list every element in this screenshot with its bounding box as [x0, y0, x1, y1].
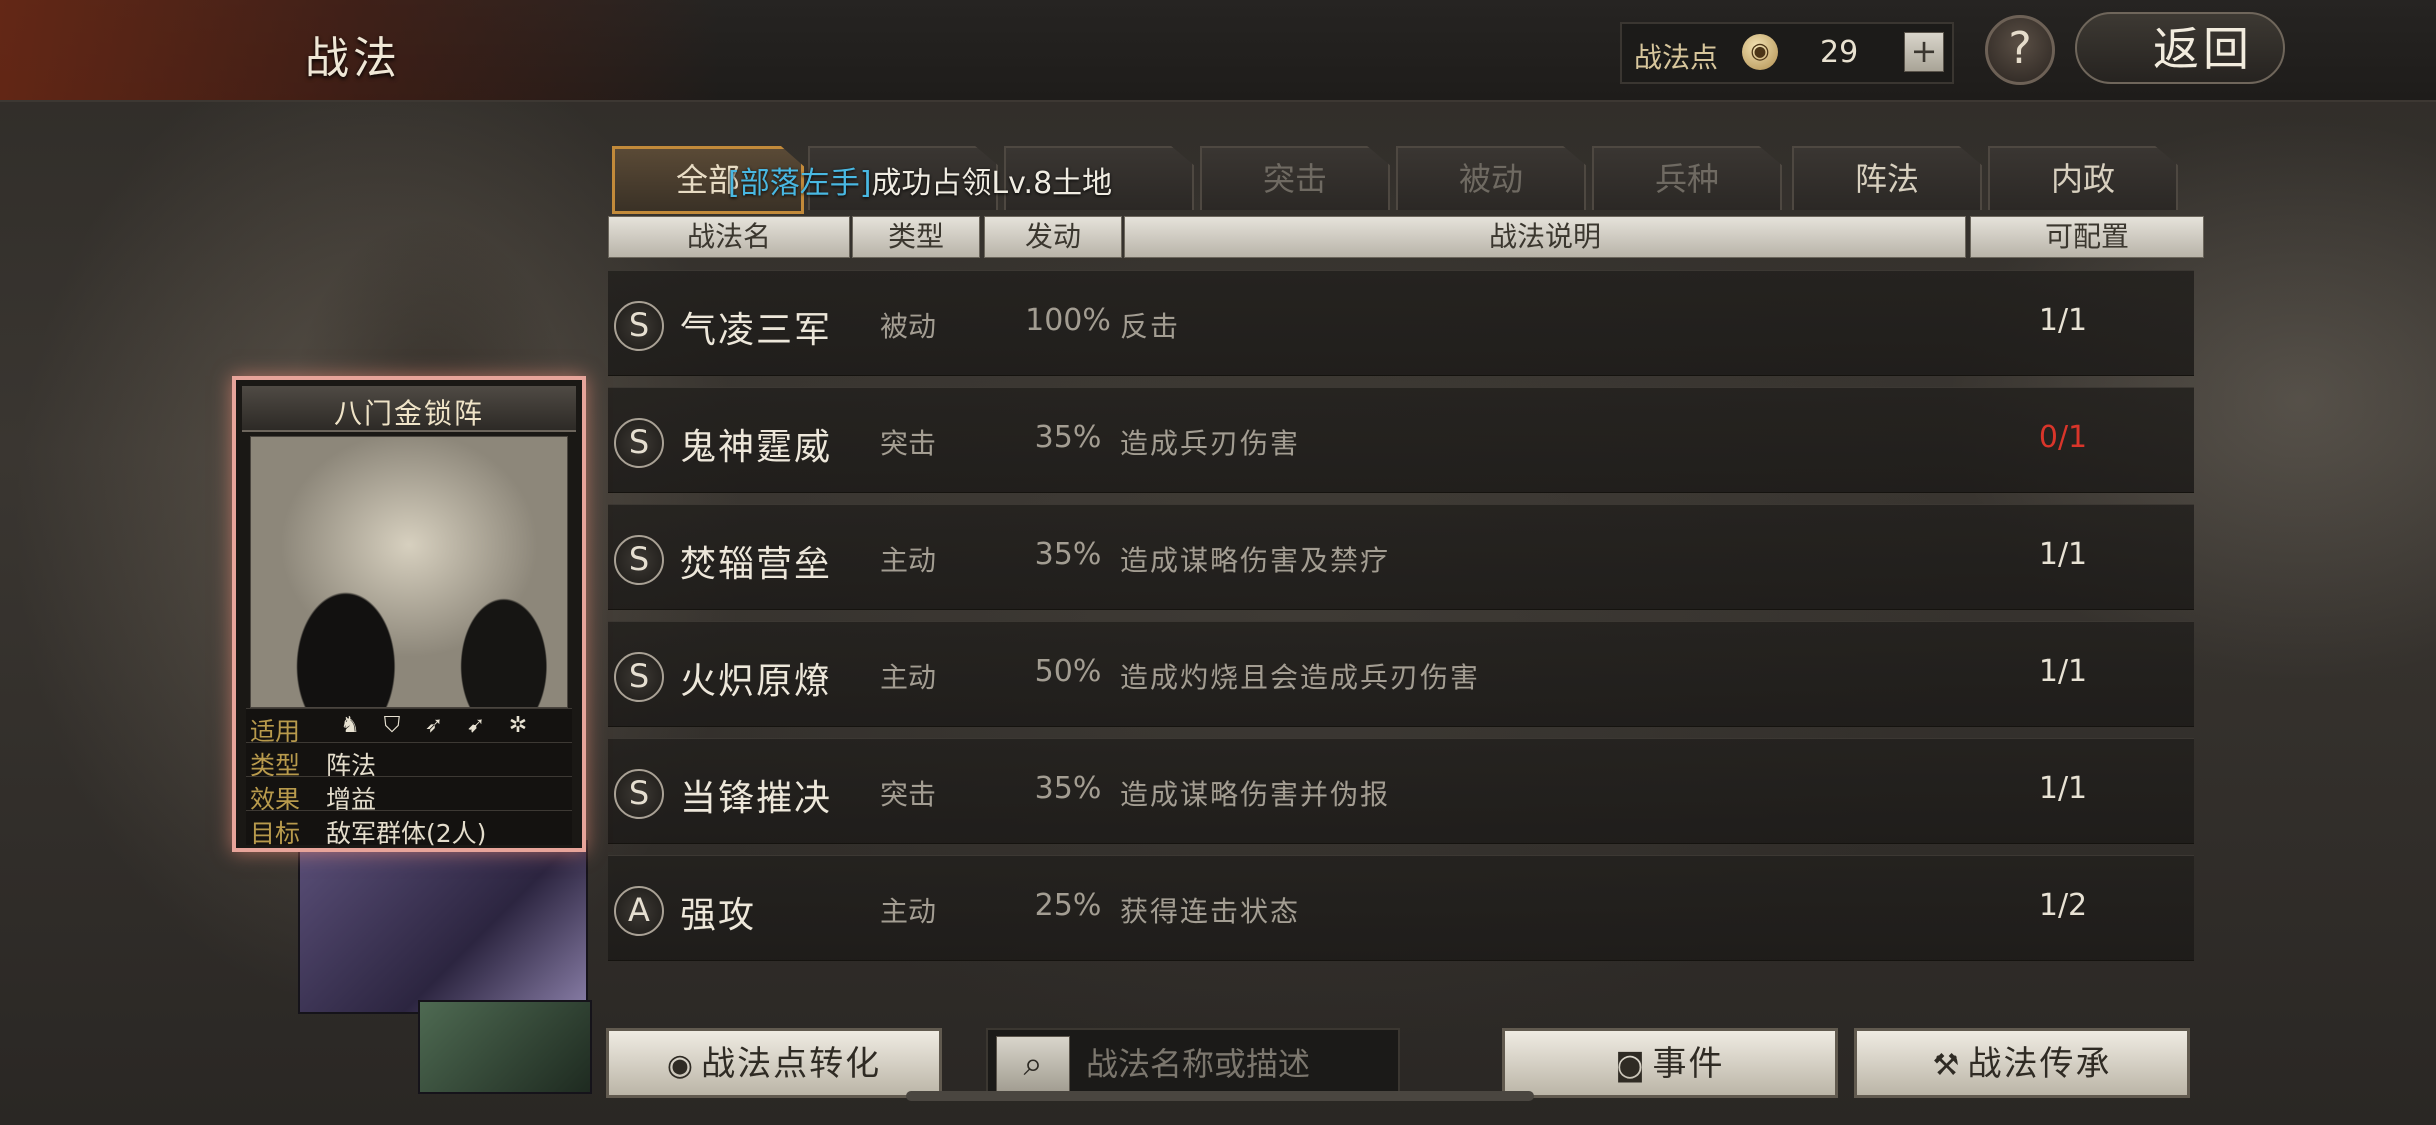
cavalry-icon: ♞ — [340, 713, 360, 738]
card-target-value: 敌军群体(2人) — [326, 819, 487, 848]
skill-name: 强攻 — [680, 895, 757, 936]
column-header-slots[interactable]: 可配置 — [1970, 216, 2204, 258]
card-effect-row: 效果 增益 — [246, 776, 572, 814]
skill-desc: 获得连击状态 — [1120, 895, 1301, 928]
inherit-button[interactable]: ⚒ 战法传承 — [1854, 1028, 2190, 1098]
card-apply-row: 适用 ♞ ⛉ ➶ ➹ ✲ — [246, 708, 572, 746]
skill-name: 火炽原燎 — [680, 661, 833, 702]
inherit-label: 战法传承 — [1967, 1044, 2112, 1084]
skill-name: 鬼神霆威 — [680, 427, 833, 468]
skill-rate: 35% — [1034, 537, 1102, 572]
event-label: 事件 — [1652, 1044, 1725, 1084]
skill-row[interactable]: A 强攻 主动 25% 获得连击状态 1/2 — [608, 855, 2194, 961]
back-button[interactable]: 返回 — [2075, 12, 2285, 84]
grade-badge: S — [614, 301, 664, 351]
skill-row[interactable]: S 当锋摧决 突击 35% 造成谋略伤害并伪报 1/1 — [608, 738, 2194, 844]
skill-type: 主动 — [880, 544, 937, 577]
tab-assault[interactable]: 突击 — [1200, 146, 1390, 210]
skill-rate: 25% — [1034, 888, 1102, 923]
skill-card[interactable]: 八门金锁阵 适用 ♞ ⛉ ➶ ➹ ✲ 类型 阵法 效果 增益 目标 敌军群体(2… — [232, 376, 586, 852]
flame-icon: ◉ — [666, 1048, 696, 1083]
search-box[interactable]: ⌕ — [986, 1028, 1400, 1098]
hammer-icon: ⚒ — [1932, 1048, 1962, 1083]
skill-row[interactable]: S 焚辎营垒 主动 35% 造成谋略伤害及禁疗 1/1 — [608, 504, 2194, 610]
page-title: 战法 — [305, 33, 401, 84]
card-illustration — [250, 436, 568, 708]
grade-badge: S — [614, 418, 664, 468]
skill-slots: 0/1 — [2038, 420, 2088, 455]
skill-type: 主动 — [880, 661, 937, 694]
skill-slots: 1/1 — [2038, 771, 2088, 806]
skill-rate: 35% — [1034, 420, 1102, 455]
skill-name: 焚辎营垒 — [680, 544, 833, 585]
column-header-type[interactable]: 类型 — [852, 216, 980, 258]
skill-type: 突击 — [880, 778, 937, 811]
skill-type: 突击 — [880, 427, 937, 460]
skill-points-value: 29 — [1820, 35, 1859, 70]
skill-row[interactable]: S 气凌三军 被动 100% 反击 1/1 — [608, 270, 2194, 376]
grade-badge: A — [614, 886, 664, 936]
grade-badge: S — [614, 652, 664, 702]
tooltip-text: 成功占领Lv.8土地 — [871, 166, 1113, 201]
card-title: 八门金锁阵 — [333, 397, 484, 430]
skill-points-label: 战法点 — [1634, 41, 1719, 74]
search-input[interactable] — [1084, 1036, 1388, 1092]
flame-coin-icon: ◉ — [1742, 34, 1778, 70]
skill-name: 当锋摧决 — [680, 778, 833, 819]
wheel-icon: ✲ — [508, 713, 528, 738]
skill-rate: 35% — [1034, 771, 1102, 806]
column-header-desc[interactable]: 战法说明 — [1124, 216, 1966, 258]
stacked-card[interactable] — [298, 840, 588, 1014]
horizontal-scrollbar[interactable] — [906, 1091, 1534, 1101]
skill-desc: 造成谋略伤害及禁疗 — [1120, 544, 1391, 577]
column-header-name[interactable]: 战法名 — [608, 216, 850, 258]
skill-points-box: 战法点 ◉ 29 + — [1620, 22, 1954, 84]
alert-icon: ◙ — [1615, 1048, 1647, 1083]
spear-icon: ➹ — [466, 713, 486, 738]
bow-icon: ➶ — [424, 713, 444, 738]
card-target-label: 目标 — [250, 819, 301, 848]
skill-row[interactable]: S 火炽原燎 主动 50% 造成灼烧且会造成兵刃伤害 1/1 — [608, 621, 2194, 727]
unlock-tooltip: [部落左手]成功占领Lv.8土地 — [728, 158, 1112, 202]
skill-type: 主动 — [880, 895, 937, 928]
skill-name: 气凌三军 — [680, 310, 833, 351]
convert-points-button[interactable]: ◉ 战法点转化 — [606, 1028, 942, 1098]
tab-governance[interactable]: 内政 — [1988, 146, 2178, 210]
skill-desc: 造成谋略伤害并伪报 — [1120, 778, 1391, 811]
skill-desc: 造成兵刃伤害 — [1120, 427, 1301, 460]
tab-formation[interactable]: 阵法 — [1792, 146, 1982, 210]
card-type-row: 类型 阵法 — [246, 742, 572, 780]
column-header-rate[interactable]: 发动 — [984, 216, 1122, 258]
skill-slots: 1/1 — [2038, 654, 2088, 689]
card-title-bar: 八门金锁阵 — [242, 386, 576, 432]
grade-badge: S — [614, 769, 664, 819]
grade-badge: S — [614, 535, 664, 585]
skill-desc: 造成灼烧且会造成兵刃伤害 — [1120, 661, 1481, 694]
add-points-button[interactable]: + — [1904, 32, 1944, 72]
tab-troop[interactable]: 兵种 — [1592, 146, 1782, 210]
skill-rate: 50% — [1034, 654, 1102, 689]
top-bar: 战法 战法点 ◉ 29 + ? 返回 — [0, 0, 2436, 102]
help-button[interactable]: ? — [1985, 15, 2055, 85]
tooltip-highlight: [部落左手] — [728, 166, 872, 201]
search-icon[interactable]: ⌕ — [996, 1036, 1070, 1092]
event-button[interactable]: ◙ 事件 — [1502, 1028, 1838, 1098]
skill-slots: 1/1 — [2038, 303, 2088, 338]
skill-type: 被动 — [880, 310, 937, 343]
skill-slots: 1/1 — [2038, 537, 2088, 572]
skill-row[interactable]: S 鬼神霆威 突击 35% 造成兵刃伤害 0/1 — [608, 387, 2194, 493]
skill-desc: 反击 — [1120, 310, 1181, 343]
shield-icon: ⛉ — [383, 713, 401, 738]
card-target-row: 目标 敌军群体(2人) — [246, 810, 572, 848]
stacked-card[interactable] — [418, 1000, 592, 1094]
skill-rate: 100% — [1025, 303, 1111, 338]
convert-points-label: 战法点转化 — [701, 1044, 882, 1084]
skill-list[interactable]: S 气凌三军 被动 100% 反击 1/1 S 鬼神霆威 突击 35% 造成兵刃… — [608, 270, 2194, 1010]
tab-passive[interactable]: 被动 — [1396, 146, 1586, 210]
skill-slots: 1/2 — [2038, 888, 2088, 923]
